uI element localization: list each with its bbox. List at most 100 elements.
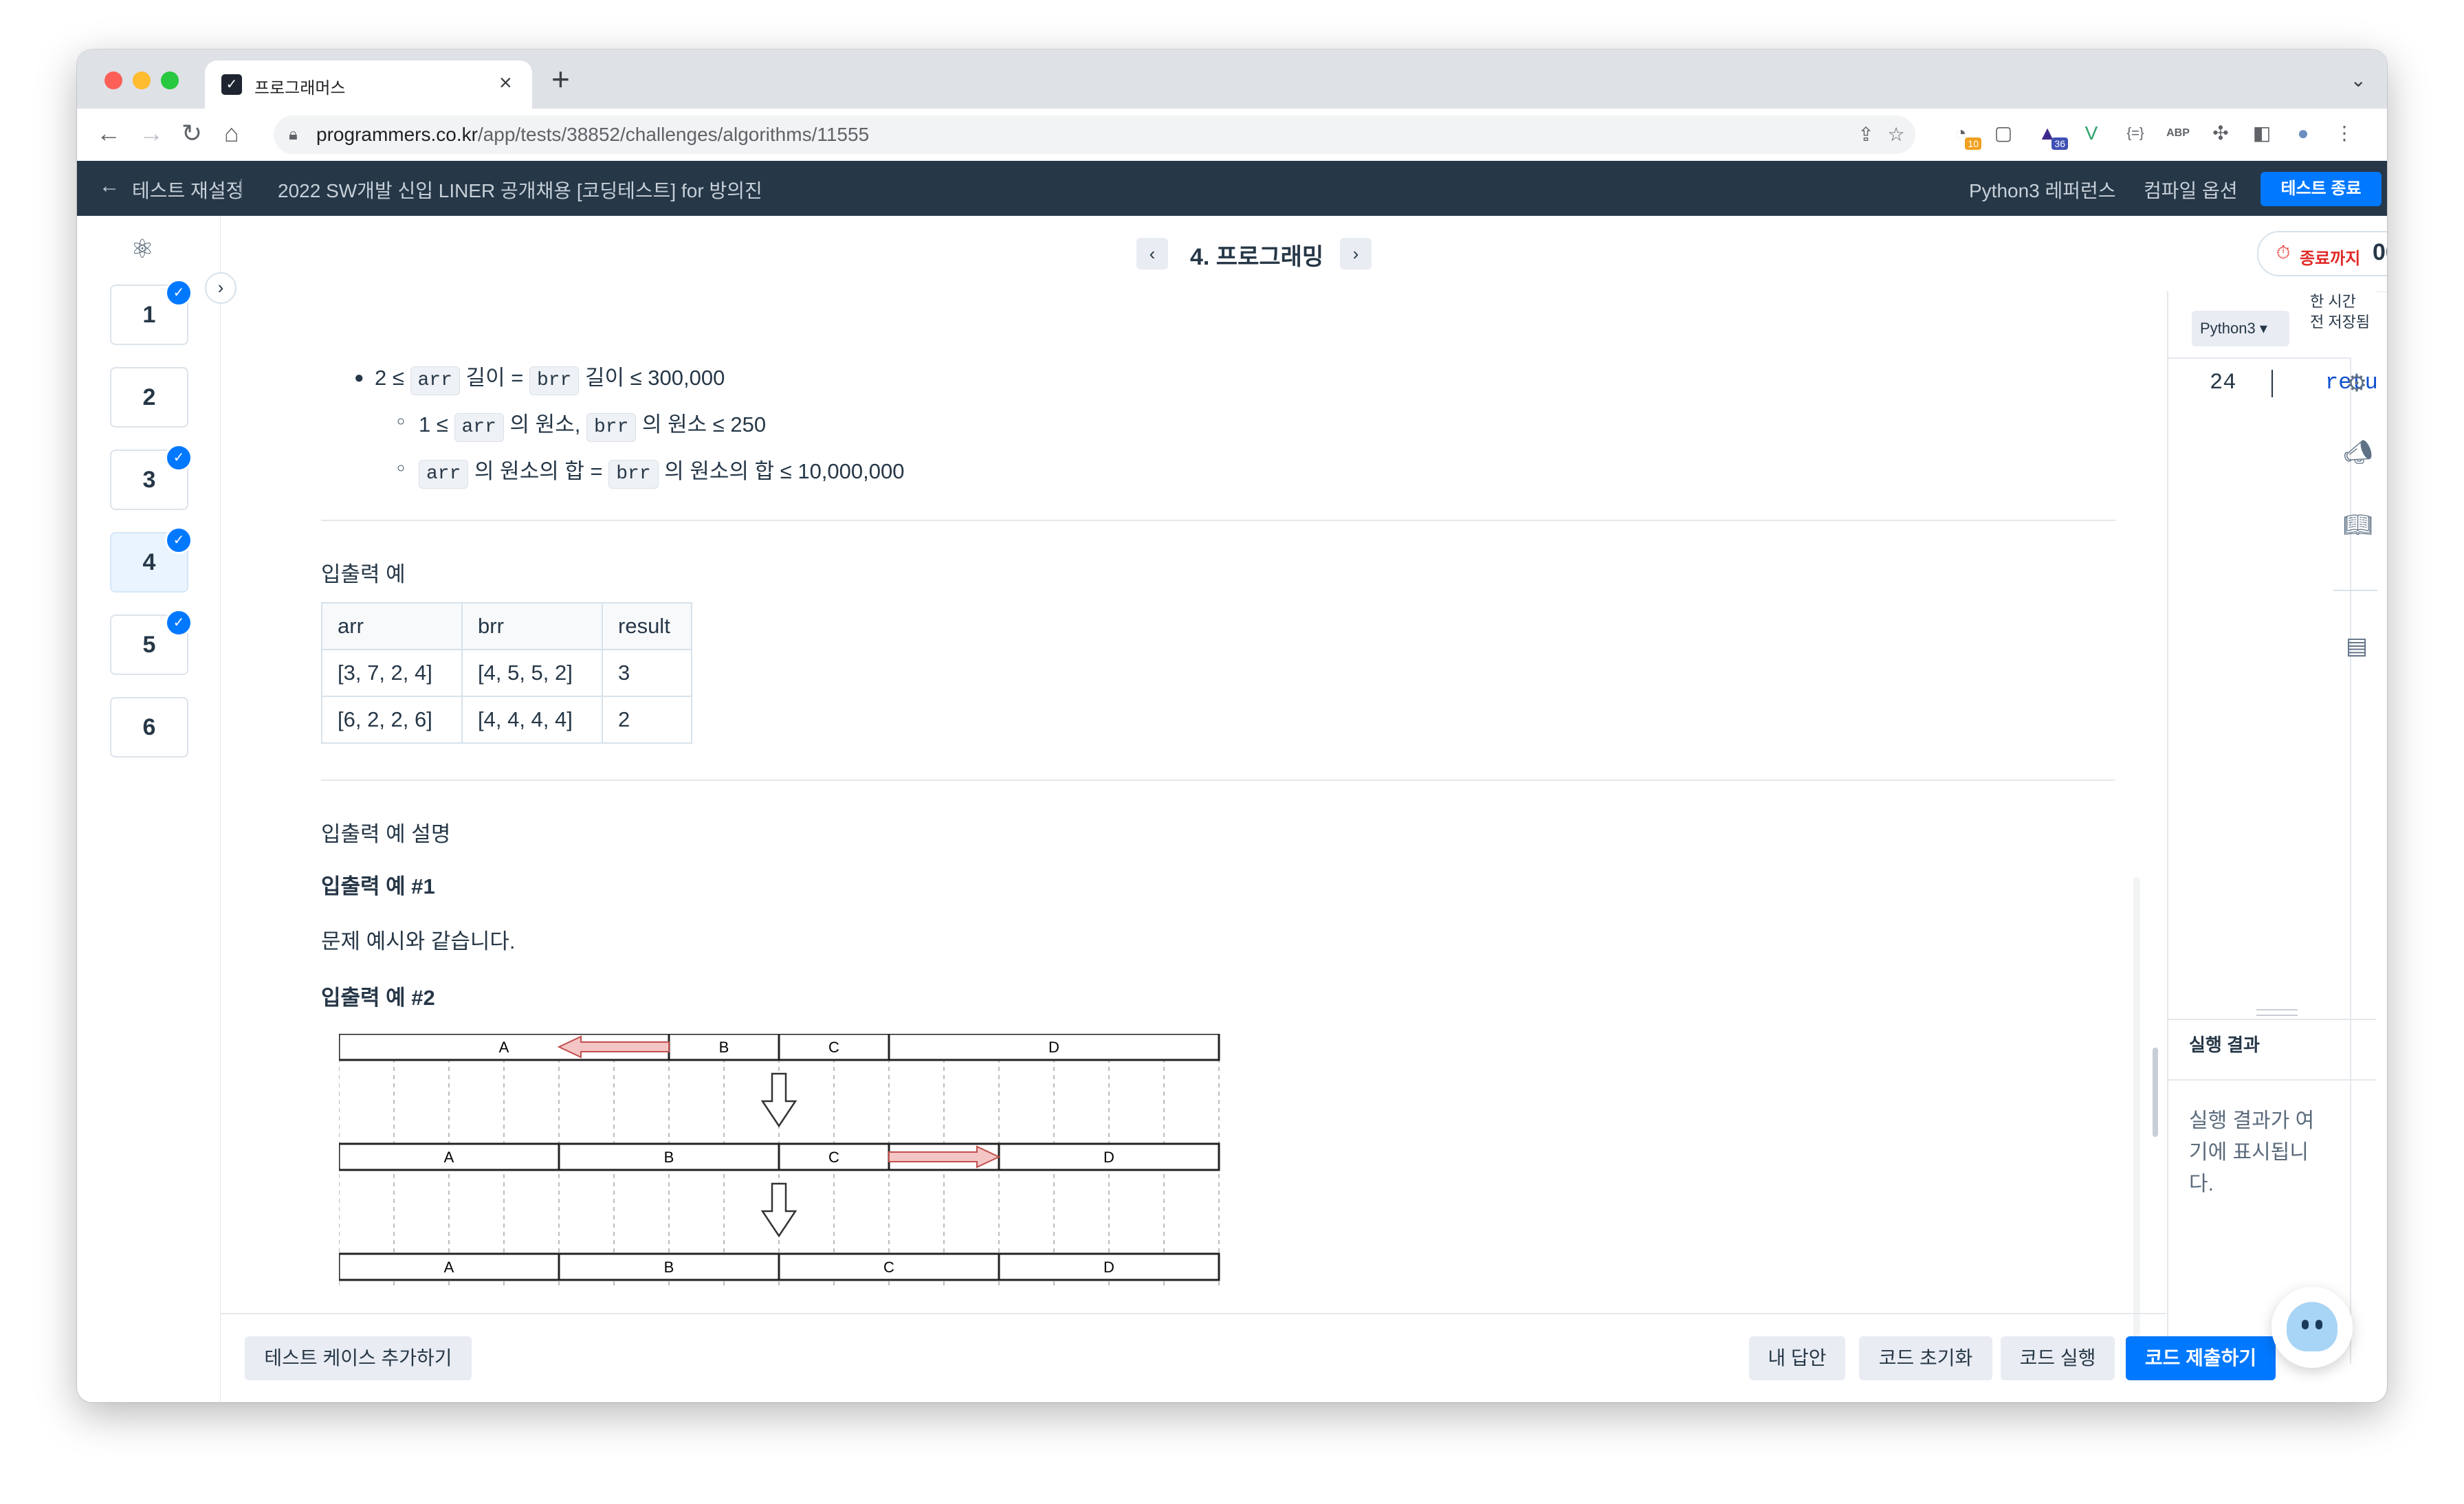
run-code-button[interactable]: 코드 실행 <box>2001 1336 2115 1380</box>
language-select[interactable]: Python3 ▾ <box>2192 311 2289 346</box>
chatbot-face-icon <box>2287 1302 2338 1351</box>
question-5-button[interactable]: 5 ✓ <box>110 609 192 675</box>
minimize-window-button[interactable] <box>133 71 151 89</box>
gutter-separator <box>2272 370 2273 397</box>
bookmark-star-icon[interactable]: ☆ <box>1882 121 1910 148</box>
extension-json-icon[interactable]: {=} <box>2122 120 2149 147</box>
problem-content: ● 2 ≤ arr 길이 = brr 길이 ≤ 300,000 ○ 1 ≤ ar… <box>221 291 2166 1364</box>
table-row: [3, 7, 2, 4] [4, 5, 5, 2] 3 <box>321 649 692 697</box>
extensions-puzzle-icon[interactable]: ✣ <box>2207 120 2234 147</box>
reload-icon[interactable]: ↻ <box>182 118 202 148</box>
browser-menu-icon[interactable]: ⋮ <box>2331 120 2358 147</box>
timer-label: 종료까지 <box>2300 250 2361 268</box>
question-1-button[interactable]: 1 ✓ <box>110 279 192 345</box>
address-bar[interactable]: 🔒︎ programmers.co.kr/app/tests/38852/cha… <box>274 115 1915 154</box>
language-reference-link[interactable]: Python3 레퍼런스 <box>1969 176 2116 203</box>
megaphone-icon[interactable]: 📣︎ <box>2343 439 2373 466</box>
browser-toolbar: ← → ↻ ⌂ 🔒︎ programmers.co.kr/app/tests/3… <box>77 109 2387 162</box>
reset-code-button[interactable]: 코드 초기화 <box>1859 1336 1992 1380</box>
bullet-icon: ● <box>354 368 364 387</box>
check-icon: ✓ <box>165 444 192 472</box>
table-header: brr <box>461 602 603 650</box>
question-number: 2 <box>142 384 156 410</box>
retest-link[interactable]: 테스트 재설정 <box>132 176 243 203</box>
question-2-button[interactable]: 2 <box>110 367 188 428</box>
content-scrollbar[interactable] <box>2133 877 2140 1358</box>
table-cell: 3 <box>602 649 692 697</box>
extension-blank-icon[interactable]: ▢ <box>1990 120 2017 147</box>
forward-icon[interactable]: → <box>139 118 164 148</box>
table-row: [6, 2, 2, 6] [4, 4, 4, 4] 2 <box>321 696 692 744</box>
my-answer-button[interactable]: 내 답안 <box>1749 1336 1845 1380</box>
prev-question-button[interactable]: ‹ <box>1136 238 1168 269</box>
sub-bullet-icon: ○ <box>397 414 406 429</box>
book-icon[interactable]: 📖︎ <box>2343 511 2373 539</box>
check-icon: ✓ <box>165 279 192 307</box>
side-panel-icon[interactable]: ◧ <box>2248 120 2276 147</box>
tab-strip: ✓ 프로그래머스 × + ⌄ <box>77 49 2387 109</box>
url-text[interactable]: programmers.co.kr/app/tests/38852/challe… <box>316 124 869 146</box>
back-arrow-icon[interactable]: ← <box>99 175 120 198</box>
example-1-body: 문제 예시와 같습니다. <box>321 929 516 953</box>
diagram-label: D <box>1103 1149 1114 1166</box>
extension-vue-icon[interactable]: V <box>2078 120 2105 147</box>
example-1-title: 입출력 예 #1 <box>321 874 435 898</box>
section-divider <box>321 779 2115 781</box>
maximize-window-button[interactable] <box>161 71 179 89</box>
io-heading: 입출력 예 <box>321 562 406 586</box>
constraint-3: arr 의 원소의 합 = brr 의 원소의 합 ≤ 10,000,000 <box>419 454 904 489</box>
submit-code-button[interactable]: 코드 제출하기 <box>2126 1336 2276 1380</box>
extension-school-icon[interactable]: ▲ 36 <box>2034 120 2068 150</box>
extension-timer-icon[interactable]: ◔ 10 <box>1947 120 1981 150</box>
question-3-button[interactable]: 3 ✓ <box>110 444 192 510</box>
diagram-label: A <box>444 1259 454 1276</box>
lock-icon: 🔒︎ <box>289 125 298 144</box>
down-arrow-icon <box>760 1182 798 1238</box>
resize-handle[interactable] <box>2256 1009 2298 1016</box>
diagram-label: B <box>719 1039 729 1056</box>
tab-close-icon[interactable]: × <box>499 70 512 96</box>
diagram-label: C <box>883 1259 894 1276</box>
browser-tab[interactable]: ✓ 프로그래머스 × <box>205 60 532 109</box>
chatbot-button[interactable] <box>2272 1287 2353 1368</box>
next-question-button[interactable]: › <box>1340 238 1372 269</box>
io-example-table: arr brr result [3, 7, 2, 4] [4, 5, 5, 2]… <box>321 602 692 744</box>
question-6-button[interactable]: 6 <box>110 697 188 757</box>
network-icon[interactable]: ⚛ <box>131 234 154 265</box>
question-number: 4 <box>142 549 156 575</box>
home-icon[interactable]: ⌂ <box>224 118 239 148</box>
extension-abp-icon[interactable]: ABP <box>2164 120 2192 147</box>
programmers-favicon-icon: ✓ <box>221 74 242 95</box>
share-icon[interactable]: ⇪ <box>1852 121 1880 148</box>
diagram-row-2: A B C D <box>339 1142 1220 1171</box>
back-icon[interactable]: ← <box>96 118 121 148</box>
table-cell: [4, 4, 4, 4] <box>461 696 603 744</box>
table-header: arr <box>321 602 463 650</box>
sidebar-expand-button[interactable]: › <box>205 272 236 304</box>
content-scroll-thumb[interactable] <box>2153 1048 2158 1137</box>
tab-search-icon[interactable]: ⌄ <box>2351 69 2366 91</box>
table-cell: [4, 5, 5, 2] <box>461 649 603 697</box>
timer-value: 00:02:58 <box>2373 239 2387 265</box>
check-icon: ✓ <box>165 609 192 637</box>
memo-icon[interactable]: ▤ <box>2343 632 2370 660</box>
new-tab-button[interactable]: + <box>551 62 570 96</box>
question-4-button[interactable]: 4 ✓ <box>110 527 192 593</box>
question-number: 3 <box>142 467 156 493</box>
profile-avatar-icon[interactable]: ● <box>2289 120 2317 147</box>
section-divider <box>321 520 2115 521</box>
toolbar-divider <box>2333 590 2377 591</box>
add-testcase-button[interactable]: 테스트 케이스 추가하기 <box>245 1336 472 1380</box>
table-header-row: arr brr result <box>321 602 692 650</box>
table-header: result <box>602 602 692 650</box>
diagram-label: B <box>664 1259 674 1276</box>
table-cell: [3, 7, 2, 4] <box>321 649 463 697</box>
compile-options-link[interactable]: 컴파일 옵션 <box>2144 176 2238 203</box>
constraint-2: 1 ≤ arr 의 원소, brr 의 원소 ≤ 250 <box>419 407 766 442</box>
settings-gear-icon[interactable]: ⚙ <box>2343 370 2370 397</box>
close-window-button[interactable] <box>104 71 122 89</box>
sub-bullet-icon: ○ <box>397 461 406 476</box>
question-number: 6 <box>142 714 156 740</box>
question-number: 5 <box>142 632 156 658</box>
end-test-button[interactable]: 테스트 종료 <box>2260 172 2382 206</box>
